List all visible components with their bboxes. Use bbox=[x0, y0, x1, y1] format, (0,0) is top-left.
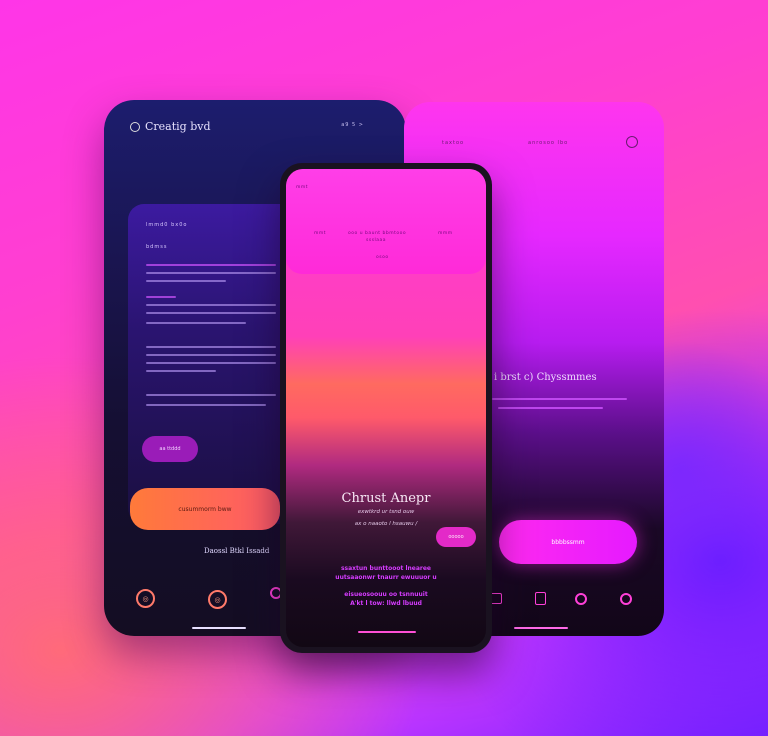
nav-home-icon[interactable]: ◎ bbox=[136, 589, 155, 608]
nav-doc-icon[interactable] bbox=[535, 592, 546, 605]
text-line bbox=[146, 370, 216, 372]
hero-title: Chrust Anepr bbox=[341, 491, 431, 506]
phone-mockup-center: mmt mmt ooo u baunt bbmtooo ssslaaa mmm … bbox=[280, 163, 492, 653]
header-card: mmt mmt ooo u baunt bbmtooo ssslaaa mmm … bbox=[286, 169, 486, 274]
text-line bbox=[146, 354, 276, 356]
text-line bbox=[146, 362, 276, 364]
logo-icon bbox=[130, 121, 140, 132]
text-line bbox=[146, 280, 226, 282]
card-subheading: bdmss bbox=[146, 244, 168, 250]
feature-line: A'kt l tow: llwd lbuud bbox=[350, 600, 422, 607]
feature-line: uutsaaonwr tnaurr ewuuuor u bbox=[335, 574, 437, 581]
text-line bbox=[146, 264, 276, 266]
home-indicator bbox=[358, 631, 416, 633]
nav-dot-icon[interactable] bbox=[620, 593, 632, 605]
phone-screen: mmt mmt ooo u baunt bbmtooo ssslaaa mmm … bbox=[286, 169, 486, 647]
text-line bbox=[146, 312, 276, 314]
app-title: Creatig bvd bbox=[130, 120, 211, 133]
header-status: mmt bbox=[296, 185, 309, 190]
feature-line: eisueosoouu oo tsnnuuit bbox=[344, 591, 428, 598]
text-line bbox=[146, 296, 176, 298]
text-line bbox=[498, 407, 603, 409]
card-heading: lmmd0 bx0o bbox=[146, 222, 188, 228]
primary-cta-button[interactable]: bbbbssmm bbox=[499, 520, 637, 564]
feature-line: ssaxtun bunttooot lnearee bbox=[340, 565, 431, 572]
header-footer-label: osoo bbox=[376, 255, 389, 260]
hero-subtitle: exwtkrd ur tsnd ouw bbox=[357, 509, 415, 515]
hero-action-button[interactable]: ooooo bbox=[436, 527, 476, 547]
header-label-center: anrosoo lbo bbox=[528, 140, 569, 146]
home-indicator bbox=[192, 627, 246, 629]
text-line bbox=[146, 272, 276, 274]
header-label-left: taxtoo bbox=[442, 140, 465, 146]
header-tab-left[interactable]: mmt bbox=[314, 231, 326, 236]
home-indicator bbox=[514, 627, 568, 629]
nav-dot-icon[interactable] bbox=[575, 593, 587, 605]
header-tab-right[interactable]: mmm bbox=[438, 231, 453, 236]
text-line bbox=[146, 404, 266, 406]
text-line bbox=[492, 398, 627, 400]
text-line bbox=[146, 322, 246, 324]
section-heading: i brst c) Chyssmmes bbox=[494, 372, 597, 383]
header-tab-center[interactable]: ooo u baunt bbmtooo bbox=[348, 231, 406, 236]
status-bar: a9 5 > bbox=[341, 122, 364, 128]
primary-cta-button[interactable]: cusummorm bww bbox=[130, 488, 280, 530]
tag-chip[interactable]: aa ttddd bbox=[142, 436, 198, 462]
settings-icon[interactable] bbox=[626, 136, 638, 148]
nav-profile-icon[interactable]: ◎ bbox=[208, 590, 227, 609]
header-tab-center-sub: ssslaaa bbox=[366, 238, 387, 243]
app-title-text: Creatig bvd bbox=[145, 120, 211, 133]
text-line bbox=[146, 394, 276, 396]
text-line bbox=[146, 304, 276, 306]
text-line bbox=[146, 346, 276, 348]
footer-text: Daossl Btkl Issadd bbox=[204, 547, 270, 555]
